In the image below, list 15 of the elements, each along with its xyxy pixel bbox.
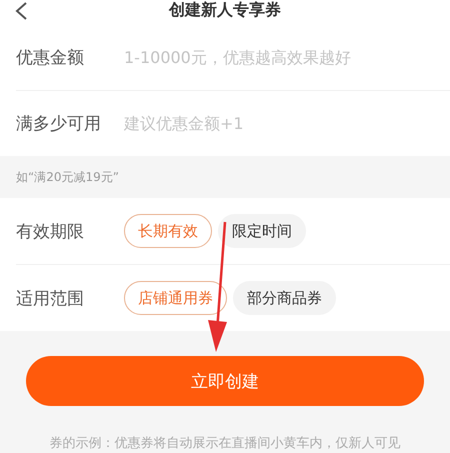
option-label: 有效期限: [16, 220, 85, 242]
option-label: 适用范围: [16, 288, 85, 310]
input-field[interactable]: 1-10000元，优惠越高效果越好: [124, 48, 450, 67]
field-label: 满多少可用: [16, 113, 102, 135]
input-field[interactable]: 建议优惠金额+1: [124, 114, 450, 133]
page-title: 创建新人专享券: [169, 0, 281, 20]
hint-text: 如“满20元减19元”: [16, 168, 119, 186]
option-chip[interactable]: 长期有效: [124, 214, 212, 248]
create-button[interactable]: 立即创建: [26, 356, 424, 406]
footer-note: 券的示例：优惠券将自动展示在直播间小黄车内，仅新人可见: [50, 435, 400, 452]
back-icon[interactable]: [14, 2, 28, 20]
field-label: 优惠金额: [16, 47, 85, 69]
option-chip[interactable]: 部分商品券: [233, 281, 336, 315]
option-chip[interactable]: 限定时间: [218, 214, 306, 248]
option-chip[interactable]: 店铺通用券: [124, 281, 227, 315]
